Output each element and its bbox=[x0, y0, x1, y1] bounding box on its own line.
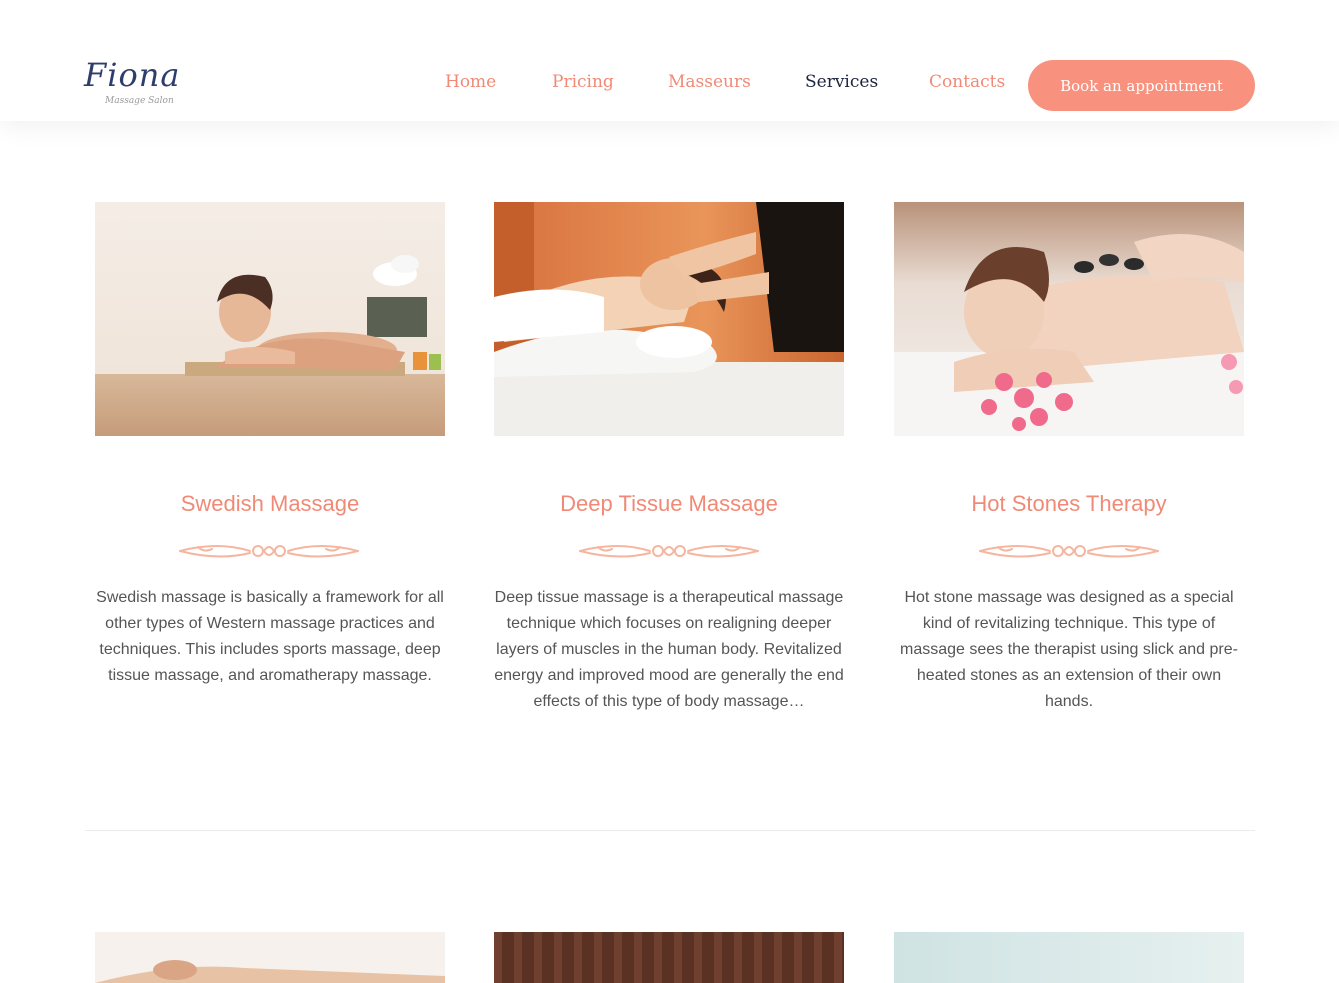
service-image-deep-tissue[interactable] bbox=[494, 202, 844, 436]
service-image-next-1[interactable] bbox=[95, 932, 445, 983]
site-header: Fiona Massage Salon Home Pricing Masseur… bbox=[0, 0, 1339, 121]
service-image-hot-stones[interactable] bbox=[894, 202, 1244, 436]
nav-masseurs[interactable]: Masseurs bbox=[668, 72, 751, 92]
service-title-deep-tissue: Deep Tissue Massage bbox=[560, 491, 778, 516]
book-appointment-button[interactable]: Book an appointment bbox=[1028, 60, 1255, 111]
flourish-divider-icon bbox=[178, 539, 360, 563]
flourish-divider-icon bbox=[978, 539, 1160, 563]
nav-services[interactable]: Services bbox=[805, 72, 878, 92]
service-description-deep-tissue: Deep tissue massage is a therapeutical m… bbox=[494, 589, 844, 710]
service-title-swedish: Swedish Massage bbox=[180, 491, 360, 516]
service-description-swedish: Swedish massage is basically a framework… bbox=[96, 589, 444, 684]
service-description-hot-stones: Hot stone massage was designed as a spec… bbox=[900, 589, 1238, 710]
service-image-swedish[interactable] bbox=[95, 202, 445, 436]
nav-home[interactable]: Home bbox=[445, 72, 496, 92]
service-image-next-3[interactable] bbox=[894, 932, 1244, 983]
flourish-divider-icon bbox=[578, 539, 760, 563]
service-image-next-2[interactable] bbox=[494, 932, 844, 983]
service-title-hot-stones: Hot Stones Therapy bbox=[971, 491, 1167, 516]
nav-pricing[interactable]: Pricing bbox=[552, 72, 614, 92]
section-divider bbox=[85, 830, 1255, 831]
nav-contacts[interactable]: Contacts bbox=[929, 72, 1005, 92]
